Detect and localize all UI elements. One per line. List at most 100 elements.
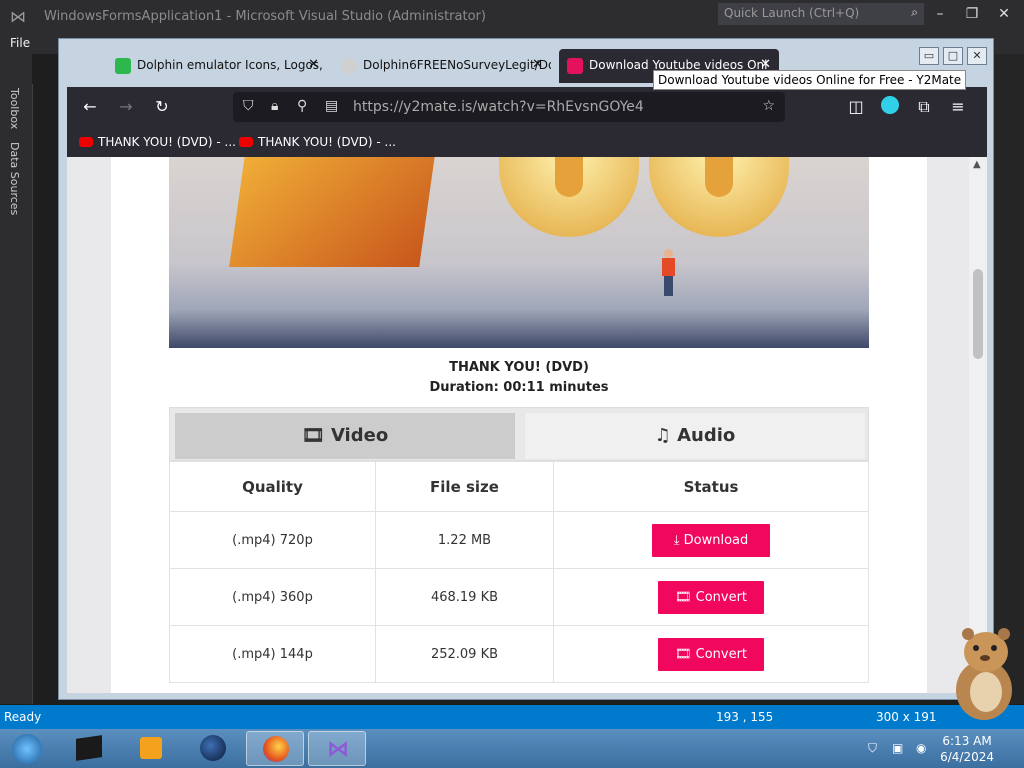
thumbnail-character bbox=[661, 249, 675, 297]
pocket-icon[interactable]: ◫ bbox=[845, 97, 867, 116]
download-favicon-icon bbox=[567, 58, 583, 74]
clock-date: 6/4/2024 bbox=[940, 750, 994, 764]
size-cell: 1.22 MB bbox=[375, 511, 554, 569]
film-icon: 🎞︎ bbox=[674, 646, 692, 662]
bookmark-item[interactable]: THANK YOU! (DVD) - ... bbox=[79, 135, 236, 149]
quality-cell: (.mp4) 360p bbox=[169, 568, 376, 626]
youtube-icon bbox=[79, 137, 93, 147]
lock-icon[interactable]: 🔒︎ bbox=[271, 98, 278, 114]
back-arrow-icon[interactable]: ← bbox=[79, 97, 101, 116]
tab-tooltip: Download Youtube videos Online for Free … bbox=[653, 70, 967, 90]
github-icon bbox=[341, 58, 357, 74]
table-row: (.mp4) 360p 468.19 KB 🎞︎ Convert bbox=[169, 568, 869, 626]
download-icon: ⤓ bbox=[673, 532, 680, 548]
format-tabs: 🎞︎ Video ♫ Audio bbox=[169, 407, 869, 461]
account-avatar-icon[interactable] bbox=[879, 96, 901, 118]
browser-minimize-icon[interactable]: ▭ bbox=[919, 47, 939, 65]
table-header-row: Quality File size Status bbox=[169, 461, 869, 512]
bookmark-item[interactable]: THANK YOU! (DVD) - ... bbox=[239, 135, 396, 149]
tab-label: Dolphin6FREENoSurveyLegit/Do bbox=[363, 58, 551, 72]
page-viewport: THANK YOU! (DVD) Duration: 00:11 minutes… bbox=[67, 157, 987, 693]
bookmark-star-icon[interactable]: ☆ bbox=[762, 98, 775, 114]
vs-right-panel bbox=[994, 54, 1024, 704]
video-title: THANK YOU! (DVD) bbox=[449, 360, 589, 375]
browser-maximize-icon[interactable]: □ bbox=[943, 47, 963, 65]
forward-arrow-icon[interactable]: → bbox=[115, 97, 137, 116]
restore-icon[interactable]: ❐ bbox=[962, 6, 982, 22]
taskbar-app-globe[interactable] bbox=[184, 731, 242, 766]
shield-tray-icon[interactable]: ⛉ bbox=[868, 741, 877, 756]
thumbnail-letter-o bbox=[499, 157, 639, 237]
download-button[interactable]: ⤓ Download bbox=[652, 523, 770, 557]
toolbox-tab[interactable]: Toolbox bbox=[8, 88, 21, 129]
header-status: Status bbox=[553, 461, 869, 512]
tab-audio-label: Audio bbox=[677, 425, 736, 446]
y2mate-page: THANK YOU! (DVD) Duration: 00:11 minutes… bbox=[111, 157, 927, 693]
tab-audio[interactable]: ♫ Audio bbox=[525, 413, 865, 459]
convert-button-label: Convert bbox=[695, 646, 748, 662]
shield-icon[interactable]: ⛉ bbox=[243, 98, 254, 114]
menu-file[interactable]: File bbox=[10, 36, 30, 50]
quick-launch-placeholder: Quick Launch (Ctrl+Q) bbox=[724, 6, 860, 20]
browser-tab-dolphin-icons[interactable]: Dolphin emulator Icons, Logos, ✕ bbox=[107, 49, 327, 83]
browser-close-icon[interactable]: ✕ bbox=[967, 47, 987, 65]
status-cell: 🎞︎ Convert bbox=[553, 568, 869, 626]
close-tab-icon[interactable]: ✕ bbox=[308, 57, 319, 72]
status-position: 193 , 155 bbox=[716, 710, 774, 724]
firefox-icon bbox=[263, 736, 289, 762]
firefox-window: Dolphin emulator Icons, Logos, ✕ Dolphin… bbox=[58, 38, 994, 700]
navigation-toolbar: ← → ↻ ⛉ 🔒︎ ⚲ ▤ https://y2mate.is/watch?v… bbox=[67, 87, 987, 127]
reload-icon[interactable]: ↻ bbox=[151, 97, 173, 116]
taskbar-app-firefox[interactable] bbox=[246, 731, 304, 766]
status-size: 300 x 191 bbox=[876, 710, 937, 724]
start-button[interactable] bbox=[4, 731, 48, 766]
bookmark-label: THANK YOU! (DVD) - ... bbox=[98, 135, 236, 149]
visual-studio-icon: ⋈ bbox=[327, 737, 349, 762]
system-clock[interactable]: 6:13 AM 6/4/2024 bbox=[940, 733, 994, 765]
minimize-icon[interactable]: – bbox=[930, 6, 950, 22]
taskbar-app-terminal[interactable] bbox=[60, 731, 118, 766]
search-icon: ⌕ bbox=[911, 5, 918, 19]
network-tray-icon[interactable]: ▣ bbox=[892, 741, 903, 755]
quick-launch-input[interactable]: Quick Launch (Ctrl+Q) ⌕ bbox=[718, 3, 924, 25]
status-cell: ⤓ Download bbox=[553, 511, 869, 569]
tab-video-label: Video bbox=[330, 425, 389, 446]
vs-left-panel: Toolbox Data Sources bbox=[0, 54, 32, 704]
browser-tab-dolphin-github[interactable]: Dolphin6FREENoSurveyLegit/Do ✕ bbox=[333, 49, 551, 83]
globe-icon bbox=[200, 735, 226, 761]
data-sources-tab[interactable]: Data Sources bbox=[8, 142, 21, 215]
bookmark-label: THANK YOU! (DVD) - ... bbox=[258, 135, 396, 149]
table-row: (.mp4) 720p 1.22 MB ⤓ Download bbox=[169, 511, 869, 569]
tab-video[interactable]: 🎞︎ Video bbox=[175, 413, 515, 459]
audio-tray-icon[interactable]: ◉ bbox=[916, 741, 926, 755]
extensions-icon[interactable]: ⧉ bbox=[913, 97, 935, 117]
download-table: Quality File size Status (.mp4) 720p 1.2… bbox=[169, 461, 869, 683]
page-scrollbar[interactable]: ▲ bbox=[969, 157, 987, 693]
download-button-label: Download bbox=[683, 532, 749, 548]
convert-button[interactable]: 🎞︎ Convert bbox=[658, 580, 764, 614]
close-icon[interactable]: ✕ bbox=[994, 6, 1014, 22]
reader-view-icon[interactable]: ▤ bbox=[325, 98, 338, 114]
quality-cell: (.mp4) 144p bbox=[169, 625, 376, 683]
url-text: https://y2mate.is/watch?v=RhEvsnGOYe4 bbox=[353, 99, 644, 115]
media-player-icon bbox=[140, 737, 162, 759]
thumbnail-letter-y bbox=[229, 157, 439, 267]
video-thumbnail bbox=[169, 157, 869, 348]
close-tab-icon[interactable]: ✕ bbox=[532, 57, 543, 72]
taskbar-app-media[interactable] bbox=[122, 731, 180, 766]
film-icon: 🎞︎ bbox=[674, 589, 692, 605]
thumbnail-letter-u bbox=[649, 157, 789, 237]
permissions-icon[interactable]: ⚲ bbox=[297, 98, 307, 114]
scroll-up-icon[interactable]: ▲ bbox=[973, 159, 981, 170]
hamster-mascot-icon bbox=[956, 628, 1012, 720]
vs-status-bar: Ready 193 , 155 300 x 191 bbox=[0, 705, 1024, 729]
convert-button[interactable]: 🎞︎ Convert bbox=[658, 637, 764, 671]
address-bar[interactable]: ⛉ 🔒︎ ⚲ ▤ https://y2mate.is/watch?v=RhEvs… bbox=[233, 92, 785, 122]
status-cell: 🎞︎ Convert bbox=[553, 625, 869, 683]
menu-hamburger-icon[interactable]: ≡ bbox=[947, 97, 969, 116]
table-row: (.mp4) 144p 252.09 KB 🎞︎ Convert bbox=[169, 625, 869, 683]
taskbar-app-visual-studio[interactable]: ⋈ bbox=[308, 731, 366, 766]
windows-taskbar: ⋈ ⛉ ▣ ◉ 6:13 AM 6/4/2024 bbox=[0, 729, 1024, 768]
music-note-icon: ♫ bbox=[654, 425, 671, 446]
scrollbar-thumb[interactable] bbox=[973, 269, 983, 359]
